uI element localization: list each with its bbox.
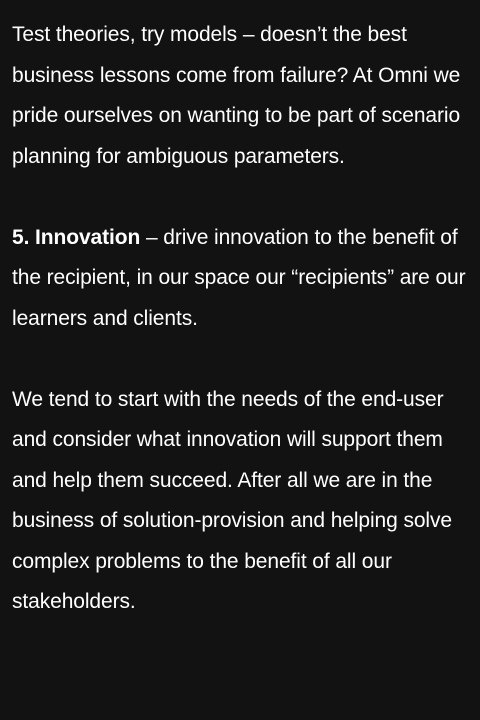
- section-heading-innovation: 5. Innovation: [12, 225, 141, 249]
- paragraph-end-user-needs: We tend to start with the needs of the e…: [12, 387, 452, 614]
- article-body: Test theories, try models – doesn’t the …: [0, 0, 480, 720]
- paragraph-innovation: 5. Innovation – drive innovation to the …: [12, 218, 468, 340]
- paragraph-scenario-planning: Test theories, try models – doesn’t the …: [12, 23, 461, 168]
